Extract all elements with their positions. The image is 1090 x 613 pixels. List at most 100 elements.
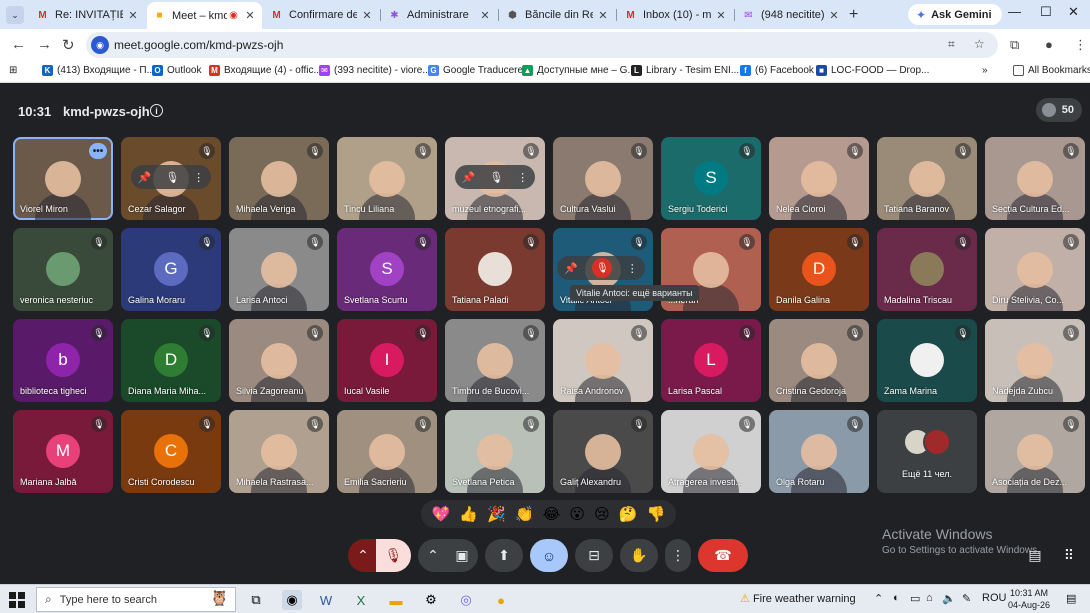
participant-tile[interactable]: 🎙 Nelea Cioroi — [769, 137, 869, 220]
present-screen-button[interactable]: ⬆ — [485, 539, 523, 572]
participant-tile[interactable]: 🎙 Mihaela Veriga — [229, 137, 329, 220]
viber-icon[interactable]: ◎ — [456, 590, 476, 610]
taskbar-search-input[interactable]: ⌕ Type here to search 🦉 — [36, 587, 236, 612]
participant-tile[interactable]: S 🎙 Svetlana Scurtu — [337, 228, 437, 311]
participant-tile[interactable]: D 🎙 Danila Galina — [769, 228, 869, 311]
extensions-icon[interactable]: ⧉ — [1010, 37, 1019, 53]
volume-muted-icon[interactable]: 🔈 — [942, 592, 956, 605]
excel-taskbar-icon[interactable]: X — [351, 590, 371, 610]
participant-tile[interactable]: 🎙 Diru Stelivia, Co... — [985, 228, 1085, 311]
language-indicator[interactable]: ROU — [982, 592, 1006, 604]
more-options-icon[interactable]: ⋮ — [665, 539, 691, 572]
bookmark-google-traducere[interactable]: G Google Traducere — [428, 65, 523, 76]
apps-grid-icon[interactable]: ⊞ — [9, 65, 17, 76]
participant-tile[interactable]: 🎙 Zama Marina — [877, 319, 977, 402]
reaction-emoji-button[interactable]: 😂 — [543, 505, 561, 523]
reaction-emoji-button[interactable]: 👍 — [459, 505, 478, 523]
bookmark-drive[interactable]: ▲ Доступные мне – G... — [522, 65, 636, 76]
video-options-chevron-icon[interactable]: ⌃ — [418, 539, 448, 572]
bookmark-loc-food[interactable]: ■ LOC-FOOD — Drop... — [816, 65, 929, 76]
address-bar[interactable]: ◉ meet.google.com/kmd-pwzs-ojh ⌗ ☆ — [86, 32, 998, 58]
more-options-icon[interactable]: ••• — [89, 143, 107, 159]
reaction-emoji-button[interactable]: 🎉 — [487, 505, 506, 523]
participant-tile[interactable]: 🎙 Nadejda Zubcu — [985, 319, 1085, 402]
participant-tile[interactable]: 🎙 Tatiana Paladi — [445, 228, 545, 311]
participant-tile[interactable]: 🎙 Tincu Liliana — [337, 137, 437, 220]
pin-icon[interactable]: 📌 — [462, 171, 476, 184]
participant-tile[interactable]: 🎙 Tatiana Baranov — [877, 137, 977, 220]
participant-tile[interactable]: M 🎙 Mariana Jalbă — [13, 410, 113, 493]
mute-icon[interactable]: 🎙 — [592, 258, 613, 278]
settings-gear-icon[interactable]: ⚙ — [421, 590, 441, 610]
participant-tile[interactable]: 🎙 Emilia Sacrieriu — [337, 410, 437, 493]
camera-button[interactable]: ▣ — [446, 539, 478, 572]
site-info-icon[interactable]: ◉ — [91, 36, 109, 54]
emoji-reactions-button[interactable]: ☺ — [530, 539, 568, 572]
close-icon[interactable]: ✕ — [361, 9, 373, 22]
close-icon[interactable]: ✕ — [828, 9, 840, 22]
reaction-emoji-button[interactable]: 🤔 — [619, 505, 638, 523]
bookmark-necitite[interactable]: ✉ (393 necitite) - viore... — [319, 65, 431, 76]
tab-bancile[interactable]: ⬢ Băncile din Repub ✕ — [500, 4, 615, 26]
activities-grid-icon[interactable]: ⠿ — [1058, 544, 1080, 566]
ask-gemini-button[interactable]: ✦ Ask Gemini — [908, 4, 1002, 25]
menu-kebab-icon[interactable]: ⋮ — [1074, 37, 1087, 53]
close-window-icon[interactable]: ✕ — [1068, 4, 1079, 20]
new-tab-button[interactable]: + — [849, 6, 858, 24]
close-icon[interactable]: ✕ — [479, 9, 491, 22]
all-bookmarks[interactable]: All Bookmarks — [1013, 65, 1090, 76]
participant-tile[interactable]: C 🎙 Cristi Corodescu — [121, 410, 221, 493]
word-taskbar-icon[interactable]: W — [316, 590, 336, 610]
raise-hand-button[interactable]: ✋ — [620, 539, 658, 572]
close-icon[interactable]: ✕ — [244, 9, 256, 22]
tab-meet[interactable]: ■ Meet – kmd-p ◉ ✕ — [147, 2, 262, 29]
forward-arrow-icon[interactable]: → — [37, 36, 52, 53]
close-icon[interactable]: ✕ — [597, 9, 609, 22]
participant-tile[interactable]: 🎙 Cristina Gedoroja — [769, 319, 869, 402]
participant-tile[interactable]: 🎙 Raisa Andronov — [553, 319, 653, 402]
participant-tile[interactable]: 🎙 Mihaela Rastrasa... — [229, 410, 329, 493]
notifications-icon[interactable]: ▤ — [1066, 592, 1076, 605]
profile-avatar-icon[interactable]: ● — [1045, 37, 1053, 52]
bookmark-star-icon[interactable]: ☆ — [974, 37, 985, 51]
participant-tile[interactable]: D 🎙 Diana Maria Miha... — [121, 319, 221, 402]
participant-tile[interactable]: L 🎙 Larisa Pascal — [661, 319, 761, 402]
tab-search-chevron-icon[interactable]: ⌄ — [6, 6, 24, 24]
reaction-emoji-button[interactable]: 😮 — [569, 505, 585, 523]
bookmark-outlook[interactable]: O Outlook — [152, 65, 201, 76]
tab-inbox[interactable]: M Inbox (10) - mari ✕ — [618, 4, 733, 26]
more-options-icon[interactable]: ⋮ — [517, 171, 528, 184]
participant-tile[interactable]: Ещё 11 чел. — [877, 410, 977, 493]
pin-icon[interactable]: 📌 — [564, 262, 578, 275]
reload-icon[interactable]: ↻ — [62, 36, 75, 54]
more-options-icon[interactable]: ⋮ — [193, 171, 204, 184]
chat-icon[interactable]: ▤ — [1024, 544, 1046, 566]
tray-chevron-icon[interactable]: ⌃ — [874, 592, 883, 605]
participant-tile[interactable]: 🎙 Timbru de Bucovi... — [445, 319, 545, 402]
back-arrow-icon[interactable]: ← — [11, 36, 26, 53]
participant-tile[interactable]: 🎙 📌 🎙 ⋮ Cezar Salagor — [121, 137, 221, 220]
reaction-emoji-button[interactable]: 💖 — [432, 505, 451, 523]
mic-off-button[interactable]: 🎙 — [376, 539, 411, 572]
app-taskbar-icon[interactable]: ● — [491, 590, 511, 610]
bookmark-inbox-office[interactable]: M Входящие (4) - offic... — [209, 65, 322, 76]
reaction-emoji-button[interactable]: 😢 — [594, 505, 610, 523]
tray-app-icon[interactable]: ◐ — [893, 592, 900, 604]
weather-warning[interactable]: ⚠ Fire weather warning — [740, 592, 856, 605]
participant-tile[interactable]: 🎙 veronica nesteriuc — [13, 228, 113, 311]
task-view-icon[interactable]: ⧉ — [246, 590, 266, 610]
mute-icon[interactable]: 🎙 — [489, 171, 503, 184]
leave-call-button[interactable]: ☎ — [698, 539, 748, 572]
translate-icon[interactable]: ⌗ — [948, 37, 955, 52]
participant-tile[interactable]: 🎙 Silvia Zagoreanu — [229, 319, 329, 402]
bookmark-vk[interactable]: K (413) Входящие - П... — [42, 65, 155, 76]
battery-icon[interactable]: ▭ — [910, 592, 920, 605]
maximize-icon[interactable]: ☐ — [1040, 4, 1052, 20]
participant-tile[interactable]: b 🎙 biblioteca tigheci — [13, 319, 113, 402]
reaction-emoji-button[interactable]: 👎 — [647, 505, 666, 523]
participant-tile[interactable]: 🎙 Asociația de Dez... — [985, 410, 1085, 493]
participant-tile[interactable]: 🎙 Svetlana Petica — [445, 410, 545, 493]
tab-confirmare[interactable]: M Confirmare depu ✕ — [264, 4, 379, 26]
close-icon[interactable]: ✕ — [715, 9, 727, 22]
audio-options-chevron-icon[interactable]: ⌃ — [348, 539, 378, 572]
